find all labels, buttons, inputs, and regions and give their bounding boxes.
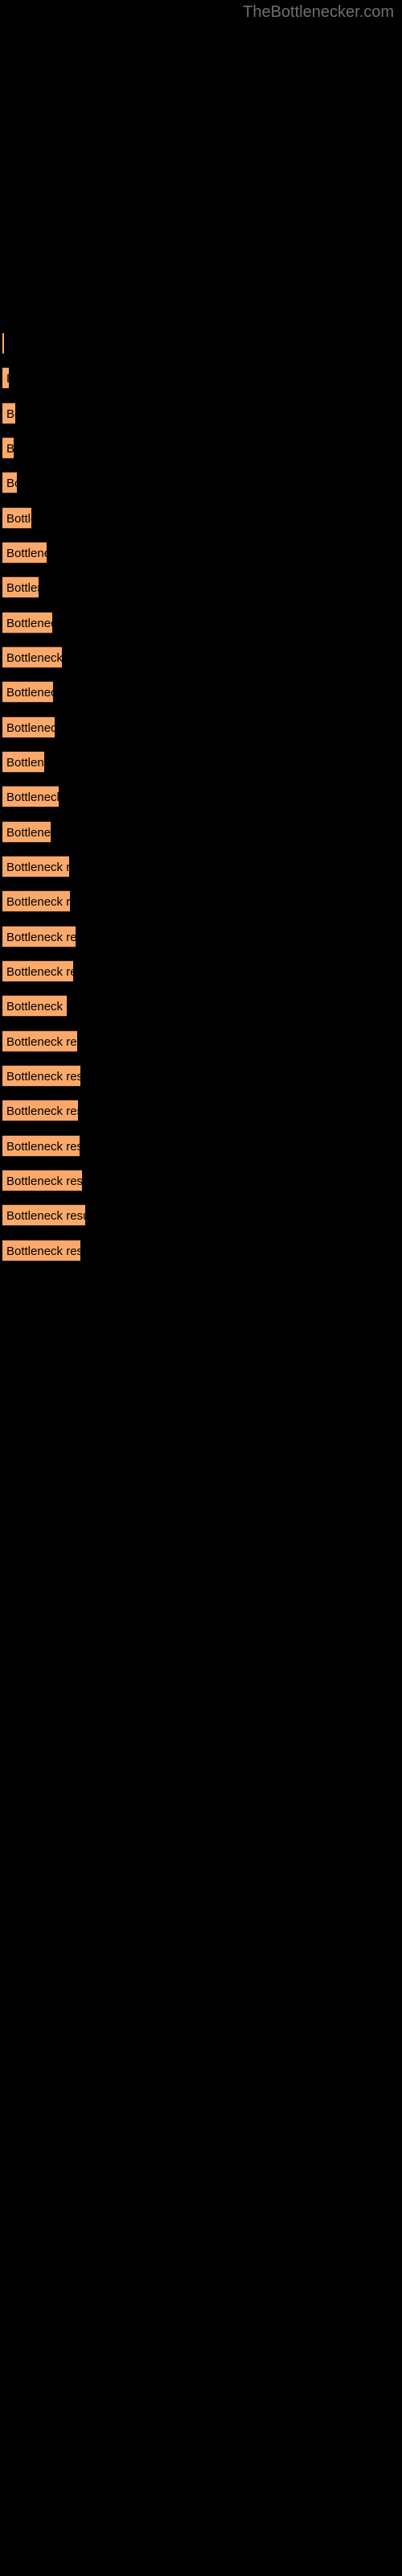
bar[interactable]: Bottleneck result — [2, 926, 76, 947]
bar-row: Bottleneck result — [2, 1240, 80, 1261]
bar-row: Bottleneck result — [2, 1100, 78, 1121]
bar[interactable]: Bottleneck result — [2, 1170, 82, 1191]
bar[interactable]: Bottleneck result — [2, 821, 51, 843]
bar[interactable]: Bottleneck result — [2, 1135, 80, 1157]
bar-row: Bottleneck result — [2, 716, 55, 738]
bar-row: Bottleneck result — [2, 1170, 82, 1191]
bar-row: Bottleneck result — [2, 1065, 80, 1087]
bar-row: Bottleneck result — [2, 437, 14, 459]
bar[interactable]: Bottleneck result — [2, 437, 14, 459]
bar[interactable]: Bottleneck result — [2, 1204, 85, 1226]
bar-value-label: Bottleneck result — [6, 651, 62, 665]
bar-row: Bottleneck result — [2, 1030, 77, 1052]
bar[interactable]: Bottleneck result — [2, 681, 53, 703]
bar-value-label: Bottleneck result — [6, 686, 53, 700]
bar-row: Bottleneck result — [2, 786, 59, 807]
bar-value-label: Bottleneck result — [6, 861, 69, 874]
bar-value-label: Bottleneck result — [6, 581, 39, 595]
bar-row: Bottleneck result — [2, 576, 39, 598]
plot-area: Bottleneck result Bottleneck result Bottle… — [0, 0, 402, 2576]
bar[interactable]: Bottleneck result — [2, 332, 4, 354]
bar-value-label: Bottleneck result — [6, 965, 73, 979]
bar-row: Bottleneck result — [2, 367, 9, 389]
bar-row: Bottleneck result — [2, 612, 52, 634]
bar[interactable]: Bottleneck result — [2, 402, 15, 424]
bar[interactable]: Bottleneck result — [2, 646, 62, 668]
bar-row: Bottleneck result — [2, 960, 73, 982]
bar-value-label: Bottleneck result — [6, 826, 51, 840]
bar-value-label: Bottleneck result — [6, 1070, 80, 1084]
bar-row: Bottleneck result — [2, 402, 15, 424]
bar[interactable]: Bottleneck result — [2, 1240, 80, 1261]
bar-value-label: Bottleneck result — [6, 791, 59, 804]
bar[interactable]: Bottleneck result — [2, 856, 69, 877]
bar-row: Bottleneck result — [2, 995, 67, 1017]
bar-row: Bottleneck result — [2, 1135, 80, 1157]
bar-row: Bottleneck result — [2, 332, 4, 354]
bar[interactable]: Bottleneck result — [2, 995, 67, 1017]
bar-row: Bottleneck result — [2, 542, 47, 564]
bar[interactable]: Bottleneck result — [2, 786, 59, 807]
bar[interactable]: Bottleneck result — [2, 1100, 78, 1121]
bar-row: Bottleneck result — [2, 856, 69, 877]
bar[interactable]: Bottleneck result — [2, 367, 9, 389]
bar-row: Bottleneck result — [2, 751, 44, 773]
bar-value-label: Bottleneck result — [6, 1035, 77, 1049]
bar-row: Bottleneck result — [2, 821, 51, 843]
bar-value-label: Bottleneck result — [6, 1104, 78, 1118]
bar-row: Bottleneck result — [2, 1204, 85, 1226]
bar-value-label: Bottleneck result — [6, 721, 55, 735]
bar-value-label: Bottleneck result — [6, 1140, 80, 1154]
bar-value-label: Bottleneck result — [6, 547, 47, 560]
bar[interactable]: Bottleneck result — [2, 751, 44, 773]
bar-row: Bottleneck result — [2, 507, 31, 529]
bar[interactable]: Bottleneck result — [2, 716, 55, 738]
bar[interactable]: Bottleneck result — [2, 542, 47, 564]
bar-chart-root: TheBottlenecker.com Bottleneck resultBot… — [0, 0, 402, 2576]
bar-value-label: Bottleneck result — [6, 512, 31, 526]
bar[interactable]: Bottleneck result — [2, 960, 73, 982]
bar-value-label: Bottleneck result — [6, 1174, 82, 1188]
bar-value-label: Bottleneck result — [6, 617, 52, 630]
bar[interactable]: Bottleneck result — [2, 890, 70, 912]
bar-row: Bottleneck result — [2, 472, 17, 493]
bar-row: Bottleneck result — [2, 646, 62, 668]
bar[interactable]: Bottleneck result — [2, 576, 39, 598]
bar-value-label: Bottleneck result — [6, 756, 44, 770]
bar[interactable]: Bottleneck result — [2, 612, 52, 634]
bar[interactable]: Bottleneck result — [2, 1030, 77, 1052]
bar[interactable]: Bottleneck result — [2, 507, 31, 529]
bar[interactable]: Bottleneck result — [2, 472, 17, 493]
bar-value-label: Bottleneck result — [6, 1000, 67, 1013]
bar-value-label: Bottleneck result — [6, 1245, 80, 1258]
bar-row: Bottleneck result — [2, 681, 53, 703]
bar[interactable]: Bottleneck result — [2, 1065, 80, 1087]
bar-value-label: Bottleneck result — [6, 477, 17, 490]
bar-row: Bottleneck result — [2, 926, 76, 947]
bar-value-label: Bottleneck result — [6, 1209, 85, 1223]
bar-value-label: Bottleneck result — [6, 368, 9, 388]
bar-value-label: Bottleneck result — [6, 895, 70, 909]
bar-value-label: Bottleneck result — [6, 438, 14, 458]
bar-value-label: Bottleneck result — [6, 931, 76, 944]
bar-value-label: Bottleneck result — [6, 407, 15, 421]
bar-row: Bottleneck result — [2, 890, 70, 912]
